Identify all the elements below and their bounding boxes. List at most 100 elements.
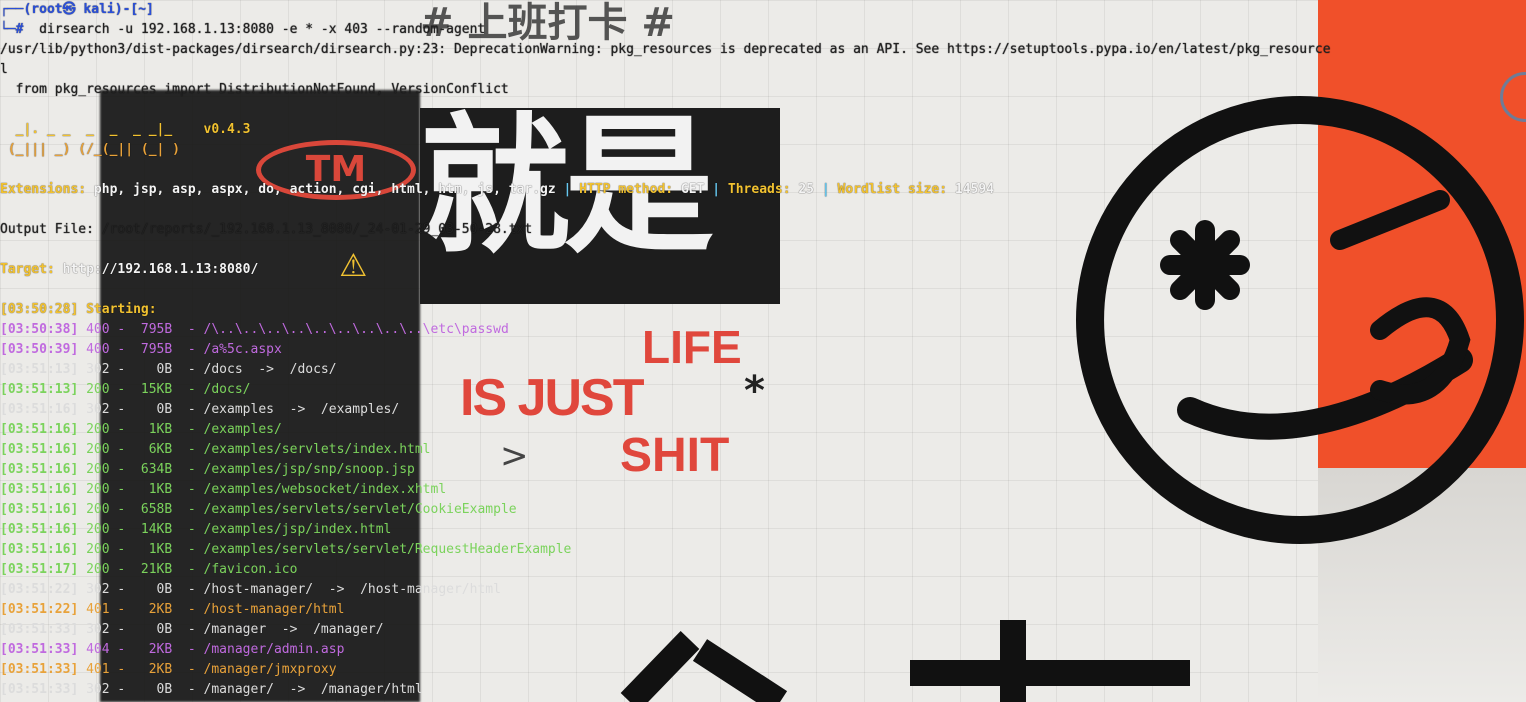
warning-cont: l — [0, 62, 8, 77]
result-row: [03:51:16] 302 - 0B - /examples -> /exam… — [0, 400, 399, 420]
result-size: 1KB - — [133, 422, 204, 437]
result-status: 200 - — [78, 422, 134, 437]
result-status: 200 - — [78, 562, 134, 577]
result-status: 200 - — [78, 482, 134, 497]
result-status: 302 - — [78, 622, 134, 637]
threads-value: 25 — [790, 182, 822, 197]
result-row: [03:50:39] 400 - 795B - /a%5c.aspx — [0, 340, 282, 360]
sep-3: | — [821, 182, 830, 197]
result-row: [03:51:13] 200 - 15KB - /docs/ — [0, 380, 251, 400]
sep-2: | — [712, 182, 721, 197]
result-status: 400 - — [78, 322, 134, 337]
result-size: 15KB - — [133, 382, 204, 397]
starting-line: [03:50:28] Starting: — [0, 300, 157, 320]
result-path: /a%5c.aspx — [203, 342, 282, 357]
result-status: 200 - — [78, 442, 134, 457]
result-row: [03:51:16] 200 - 1KB - /examples/ — [0, 420, 282, 440]
result-timestamp: [03:51:22] — [0, 602, 79, 617]
banner-text-1: _|. _ _ _ _ _ _|_ v0.4.3 — [0, 122, 251, 137]
target-label: Target: — [0, 262, 55, 277]
result-timestamp: [03:51:16] — [0, 522, 79, 537]
result-path: /examples/websocket/index.xhtml — [203, 482, 447, 497]
prompt-hash: └─# — [0, 22, 24, 37]
import-line: from pkg_resources import DistributionNo… — [0, 82, 509, 97]
result-timestamp: [03:51:16] — [0, 542, 79, 557]
target-value: http://192.168.1.13:8080/ — [54, 262, 259, 277]
command-text: dirsearch -u 192.168.1.13:8080 -e * -x 4… — [39, 22, 486, 37]
result-status: 200 - — [78, 542, 134, 557]
method-value: GET — [673, 182, 713, 197]
result-path: /manager/ -> /manager/html — [203, 682, 423, 697]
command-line: └─# dirsearch -u 192.168.1.13:8080 -e * … — [0, 20, 485, 40]
result-row: [03:51:33] 401 - 2KB - /manager/jmxproxy — [0, 660, 337, 680]
result-status: 302 - — [78, 682, 134, 697]
result-path: /examples/servlets/index.html — [203, 442, 431, 457]
ext-label: Extensions: — [0, 182, 87, 197]
result-row: [03:51:22] 302 - 0B - /host-manager/ -> … — [0, 580, 501, 600]
result-timestamp: [03:51:17] — [0, 562, 79, 577]
result-status: 401 - — [78, 662, 134, 677]
result-timestamp: [03:51:13] — [0, 382, 79, 397]
output-value: /root/reports/_192.168.1.13_8080/_24-01-… — [93, 222, 533, 237]
result-size: 795B - — [133, 322, 204, 337]
result-size: 634B - — [133, 462, 204, 477]
result-size: 2KB - — [133, 662, 204, 677]
result-timestamp: [03:51:13] — [0, 362, 79, 377]
result-size: 0B - — [133, 622, 204, 637]
result-timestamp: [03:51:33] — [0, 642, 79, 657]
result-timestamp: [03:51:16] — [0, 442, 79, 457]
result-path: /examples/jsp/index.html — [203, 522, 392, 537]
result-timestamp: [03:50:38] — [0, 322, 79, 337]
result-path: /examples -> /examples/ — [203, 402, 400, 417]
result-status: 302 - — [78, 362, 134, 377]
output-label: Output File: — [0, 222, 94, 237]
result-status: 200 - — [78, 462, 134, 477]
result-size: 0B - — [133, 362, 204, 377]
result-timestamp: [03:51:33] — [0, 622, 79, 637]
terminal-output[interactable]: ┌──(root㉿ kali)-[~] └─# dirsearch -u 192… — [0, 0, 1526, 702]
result-path: /manager/admin.asp — [203, 642, 345, 657]
result-path: /examples/ — [203, 422, 282, 437]
result-path: /docs/ — [203, 382, 251, 397]
result-status: 404 - — [78, 642, 134, 657]
result-size: 2KB - — [133, 642, 204, 657]
result-status: 200 - — [78, 382, 134, 397]
result-row: [03:51:22] 401 - 2KB - /host-manager/htm… — [0, 600, 344, 620]
target-line: Target: http://192.168.1.13:8080/ — [0, 260, 258, 280]
result-path: /manager -> /manager/ — [203, 622, 384, 637]
wordlist-label: Wordlist size: — [829, 182, 948, 197]
config-line: Extensions: php, jsp, asp, aspx, do, act… — [0, 180, 994, 200]
warning-line: /usr/lib/python3/dist-packages/dirsearch… — [0, 42, 1331, 57]
result-path: /host-manager/html — [203, 602, 345, 617]
prompt-user-line: ┌──(root㉿ kali)-[~] — [0, 2, 154, 17]
result-row: [03:51:16] 200 - 1KB - /examples/websock… — [0, 480, 446, 500]
method-label: HTTP method: — [571, 182, 674, 197]
result-path: /host-manager/ -> /host-manager/html — [203, 582, 501, 597]
result-size: 1KB - — [133, 542, 204, 557]
result-row: [03:51:33] 302 - 0B - /manager/ -> /mana… — [0, 680, 423, 700]
result-path: /examples/servlets/servlet/RequestHeader… — [203, 542, 572, 557]
result-row: [03:51:13] 302 - 0B - /docs -> /docs/ — [0, 360, 337, 380]
result-timestamp: [03:50:39] — [0, 342, 79, 357]
result-path: /examples/jsp/snp/snoop.jsp — [203, 462, 415, 477]
result-status: 302 - — [78, 582, 134, 597]
result-status: 302 - — [78, 402, 134, 417]
result-size: 6KB - — [133, 442, 204, 457]
result-path: /examples/servlets/servlet/CookieExample — [203, 502, 517, 517]
result-status: 401 - — [78, 602, 134, 617]
result-timestamp: [03:51:16] — [0, 502, 79, 517]
result-size: 2KB - — [133, 602, 204, 617]
result-size: 658B - — [133, 502, 204, 517]
banner-line-2: (_||| _) (/_(_|| (_| ) — [0, 142, 181, 157]
result-timestamp: [03:51:16] — [0, 482, 79, 497]
ext-values: php, jsp, asp, aspx, do, action, cgi, ht… — [86, 182, 564, 197]
result-size: 0B - — [133, 402, 204, 417]
result-row: [03:51:16] 200 - 14KB - /examples/jsp/in… — [0, 520, 391, 540]
result-size: 0B - — [133, 582, 204, 597]
result-path: /favicon.ico — [203, 562, 298, 577]
result-row: [03:50:38] 400 - 795B - /\..\..\..\..\..… — [0, 320, 509, 340]
result-status: 200 - — [78, 522, 134, 537]
banner-line-1: _|. _ _ _ _ _ _|_ v0.4.3 — [0, 120, 251, 140]
result-timestamp: [03:51:16] — [0, 422, 79, 437]
output-file-line: Output File: /root/reports/_192.168.1.13… — [0, 220, 532, 240]
